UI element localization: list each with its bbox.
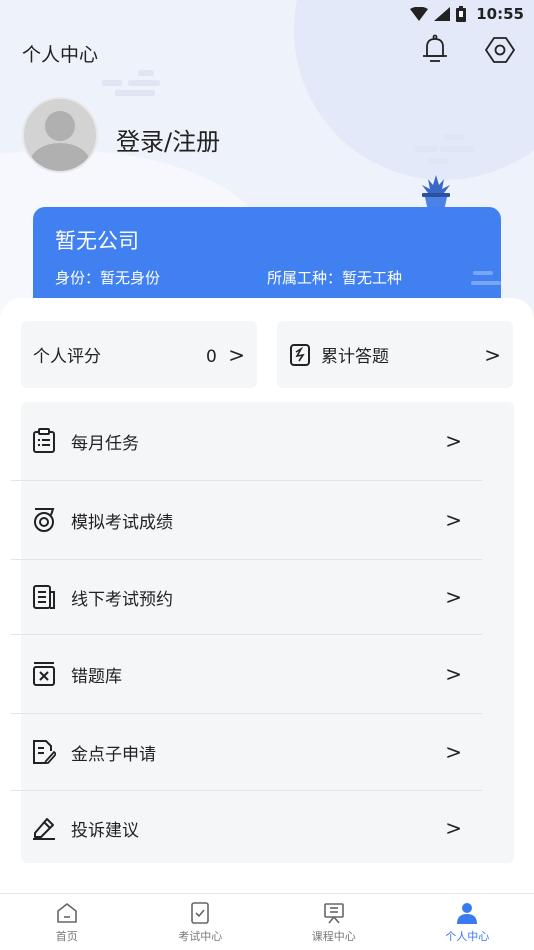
tab-exam-center[interactable]: 考试中心 [134,894,268,950]
menu-item-wrong-question-bank[interactable]: 错题库 > [11,635,482,713]
menu-item-label: 投诉建议 [71,820,139,841]
personal-score-card[interactable]: 个人评分 0 > [21,321,257,388]
document-edit-icon [31,739,57,765]
total-answers-card[interactable]: 累计答题 > [277,321,513,388]
tab-label: 课程中心 [311,930,356,943]
pen-edit-icon [31,815,57,841]
score-value-group: 0 > [206,343,245,367]
login-register-link[interactable]: 登录/注册 [116,122,220,157]
chevron-right-icon: > [445,508,462,532]
battery-icon [456,6,467,22]
status-time: 10:55 [476,5,524,23]
menu-item-label: 模拟考试成绩 [71,512,173,533]
menu-item-offline-exam-booking[interactable]: 线下考试预约 > [11,560,482,634]
score-value: 0 [206,346,217,367]
answer-sheet-icon [290,343,310,366]
menu-item-label: 金点子申请 [71,744,156,765]
menu-item-label: 错题库 [71,666,122,687]
wrong-box-icon [31,661,57,687]
page-title: 个人中心 [22,44,99,66]
bottom-tab-bar: 首页 考试中心 课程中心 个人中心 [0,893,534,950]
status-bar: 10:55 [0,0,534,28]
menu-item-label: 每月任务 [71,433,139,454]
work-type-text: 所属工种：暂无工种 [267,269,403,287]
medal-icon [31,507,57,533]
home-icon [56,903,77,923]
avatar-body [30,143,90,171]
course-icon [323,903,344,924]
tab-personal-center[interactable]: 个人中心 [401,894,534,950]
tab-course-center[interactable]: 课程中心 [267,894,401,950]
settings-button[interactable] [484,34,516,70]
wifi-icon [410,7,429,21]
tab-label: 首页 [55,930,78,943]
company-name: 暂无公司 [55,229,139,253]
clipboard-list-icon [31,428,57,454]
chevron-right-icon: > [445,740,462,764]
signal-icon [434,7,451,21]
chevron-right-icon: > [484,342,501,367]
menu-item-mock-exam-scores[interactable]: 模拟考试成绩 > [11,481,482,559]
avatar-head [45,111,75,141]
tab-label: 个人中心 [445,930,490,943]
menu-item-golden-idea-application[interactable]: 金点子申请 > [11,714,482,790]
score-label: 个人评分 [33,347,101,367]
user-icon [457,903,478,924]
chevron-right-icon: > [445,662,462,686]
menu-item-monthly-task[interactable]: 每月任务 > [11,402,482,480]
bell-icon [423,34,447,62]
chevron-right-icon: > [445,816,462,840]
chevron-right-icon: > [445,585,462,609]
settings-icon [485,37,515,63]
answers-label: 累计答题 [321,347,389,367]
notification-button[interactable] [420,34,450,68]
avatar[interactable] [22,97,98,173]
document-list-icon [31,584,57,610]
exam-icon [191,902,210,924]
tab-label: 考试中心 [178,930,223,943]
identity-text: 身份：暂无身份 [55,269,161,287]
menu-item-label: 线下考试预约 [71,589,173,610]
menu-item-complaints-suggestions[interactable]: 投诉建议 > [11,791,482,865]
tab-home[interactable]: 首页 [0,894,134,950]
chevron-right-icon: > [445,429,462,453]
chevron-right-icon: > [228,342,245,367]
